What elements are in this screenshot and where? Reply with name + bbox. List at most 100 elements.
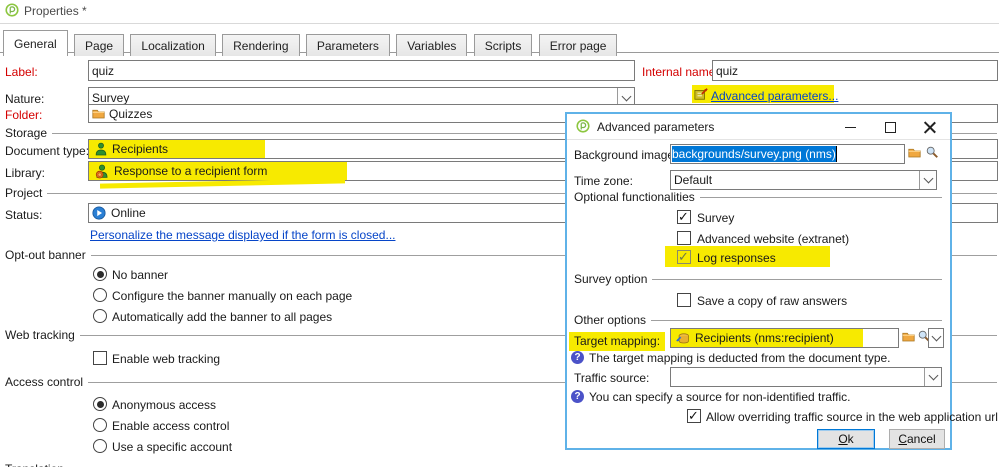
tab-localization[interactable]: Localization xyxy=(130,34,216,56)
minimize-icon[interactable] xyxy=(845,127,856,128)
chevron-down-icon xyxy=(928,370,938,381)
checkbox-log-responses[interactable] xyxy=(677,249,691,265)
radio-banner-all-pages[interactable] xyxy=(93,309,107,323)
folder-icon xyxy=(92,108,105,119)
dialog-title: Advanced parameters xyxy=(597,120,715,134)
radio-enable-access-control-label: Enable access control xyxy=(112,419,230,433)
target-mapping-hint: The target mapping is deducted from the … xyxy=(589,351,891,365)
recipient-person-icon xyxy=(95,142,107,156)
radio-no-banner[interactable] xyxy=(93,267,107,281)
target-mapping-dropdown-button[interactable] xyxy=(928,328,944,348)
section-optional-functionalities-heading: Optional functionalities xyxy=(574,190,695,204)
traffic-source-label: Traffic source: xyxy=(574,371,650,385)
help-icon xyxy=(571,351,584,364)
document-type-label: Document type: xyxy=(5,144,90,158)
clipped-section-heading: Translation xyxy=(5,462,64,467)
internal-name-input[interactable]: quiz xyxy=(712,60,998,81)
checkbox-enable-web-tracking-label: Enable web tracking xyxy=(112,352,221,366)
nature-label: Nature: xyxy=(5,92,45,106)
help-icon xyxy=(571,390,584,403)
advanced-parameters-link[interactable]: Advanced parameters... xyxy=(711,89,838,103)
ok-button[interactable]: Ok xyxy=(817,429,875,449)
app-logo-icon xyxy=(5,3,19,17)
tab-bar: General Page Localization Rendering Para… xyxy=(0,30,999,56)
internal-name-label: Internal name: xyxy=(642,65,719,79)
section-other-options-heading: Other options xyxy=(574,313,647,327)
radio-specific-account-label: Use a specific account xyxy=(112,440,233,454)
time-zone-value: Default xyxy=(674,173,713,187)
radio-banner-all-pages-label: Automatically add the banner to all page… xyxy=(112,310,333,324)
advanced-parameters-dialog: Advanced parameters Background image: ba… xyxy=(565,112,998,450)
checkbox-survey-label: Survey xyxy=(697,211,735,225)
checkbox-allow-override-label: Allow overriding traffic source in the w… xyxy=(706,410,998,424)
close-icon[interactable] xyxy=(924,121,936,133)
section-access-control-heading: Access control xyxy=(5,375,84,389)
traffic-source-dropdown-button[interactable] xyxy=(924,368,941,386)
background-image-folder-icon[interactable] xyxy=(908,147,921,158)
section-optional-functionalities: Optional functionalities xyxy=(574,190,942,204)
checkbox-save-raw-answers[interactable] xyxy=(677,293,691,307)
background-image-label: Background image: xyxy=(574,148,678,162)
time-zone-select[interactable]: Default xyxy=(670,170,937,190)
window-title: Properties * xyxy=(24,4,87,18)
chevron-down-icon xyxy=(931,331,941,342)
background-image-value: backgrounds/survey.png (nms) xyxy=(672,146,837,162)
online-status-icon xyxy=(92,206,106,220)
radio-banner-manual-label: Configure the banner manually on each pa… xyxy=(112,289,353,303)
folder-value: Quizzes xyxy=(109,106,153,121)
dialog-app-logo-icon xyxy=(576,119,590,133)
checkbox-advanced-website[interactable] xyxy=(677,231,691,245)
time-zone-dropdown-button[interactable] xyxy=(919,171,936,189)
document-type-value: Recipients xyxy=(112,142,169,156)
tab-rendering[interactable]: Rendering xyxy=(222,34,300,56)
nature-value: Survey xyxy=(92,90,130,105)
traffic-source-hint: You can specify a source for non-identif… xyxy=(589,390,851,404)
closed-message-link[interactable]: Personalize the message displayed if the… xyxy=(90,228,395,242)
checkbox-enable-web-tracking[interactable] xyxy=(93,351,107,365)
checkbox-survey[interactable] xyxy=(677,209,691,225)
section-web-tracking-heading: Web tracking xyxy=(5,328,75,342)
time-zone-label: Time zone: xyxy=(574,174,633,188)
tab-parameters[interactable]: Parameters xyxy=(305,34,390,56)
maximize-icon[interactable] xyxy=(885,122,896,133)
library-highlight: Response to a recipient form xyxy=(89,162,347,180)
target-mapping-label: Target mapping: xyxy=(569,332,666,351)
radio-anonymous-access[interactable] xyxy=(93,397,107,411)
tab-page[interactable]: Page xyxy=(74,34,125,56)
library-form-icon xyxy=(95,164,109,179)
status-label: Status: xyxy=(5,208,43,222)
radio-no-banner-label: No banner xyxy=(112,268,169,282)
target-mapping-field[interactable]: Recipients (nms:recipient) xyxy=(670,328,899,348)
tab-scripts[interactable]: Scripts xyxy=(473,34,533,56)
section-project-heading: Project xyxy=(5,186,43,200)
traffic-source-select[interactable] xyxy=(670,367,942,387)
radio-specific-account[interactable] xyxy=(93,439,107,453)
target-mapping-value: Recipients (nms:recipient) xyxy=(695,331,834,345)
label-input[interactable]: quiz xyxy=(88,60,635,81)
library-value: Response to a recipient form xyxy=(114,164,268,178)
checkbox-advanced-website-label: Advanced website (extranet) xyxy=(697,232,850,246)
background-image-magnifier-icon[interactable] xyxy=(925,145,939,159)
checkbox-log-responses-label: Log responses xyxy=(697,251,776,265)
tab-error-page[interactable]: Error page xyxy=(538,34,618,56)
checkbox-save-raw-answers-label: Save a copy of raw answers xyxy=(697,294,848,308)
advanced-parameters-icon[interactable] xyxy=(694,87,708,101)
dialog-title-bar[interactable]: Advanced parameters xyxy=(567,114,950,140)
tab-variables[interactable]: Variables xyxy=(396,34,468,56)
radio-anonymous-access-label: Anonymous access xyxy=(112,398,217,412)
chevron-down-icon xyxy=(621,91,631,101)
cancel-button[interactable]: Cancel xyxy=(889,429,945,449)
document-type-highlight: Recipients xyxy=(89,140,265,158)
radio-enable-access-control[interactable] xyxy=(93,418,107,432)
library-label: Library: xyxy=(5,166,46,180)
status-value: Online xyxy=(111,206,146,220)
internal-name-value: quiz xyxy=(716,63,739,78)
section-storage-heading: Storage xyxy=(5,126,48,140)
section-other-options: Other options xyxy=(574,313,942,327)
target-mapping-folder-icon[interactable] xyxy=(902,331,915,342)
background-image-input[interactable]: backgrounds/survey.png (nms) xyxy=(670,144,905,164)
section-survey-option: Survey option xyxy=(574,272,942,286)
checkbox-allow-override-traffic-source[interactable] xyxy=(687,408,701,424)
tab-general[interactable]: General xyxy=(3,30,68,56)
radio-banner-manual[interactable] xyxy=(93,288,107,302)
